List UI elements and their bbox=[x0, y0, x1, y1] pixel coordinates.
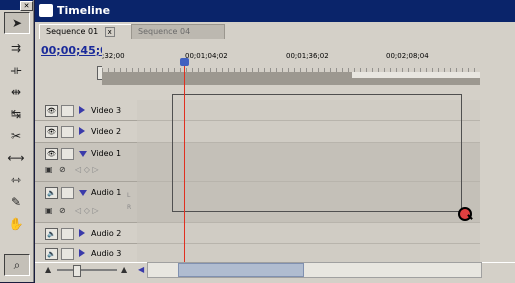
expand-triangle-icon[interactable] bbox=[79, 127, 85, 135]
keyframe-nav-icon[interactable]: ◁ ◇ ▷ bbox=[75, 206, 99, 215]
zoom-in-icon[interactable]: ▲ bbox=[121, 265, 127, 274]
expand-triangle-icon[interactable] bbox=[79, 229, 85, 237]
playhead-handle[interactable] bbox=[180, 58, 189, 66]
slide-tool-icon[interactable]: ⇿ bbox=[4, 170, 28, 190]
timeline-window-icon bbox=[39, 4, 53, 17]
eye-icon[interactable]: 👁 bbox=[45, 148, 58, 160]
lock-icon[interactable] bbox=[61, 248, 74, 260]
tab-sequence-04[interactable]: Sequence 04 bbox=[131, 24, 225, 39]
ripple-edit-tool-icon[interactable]: ⟛ bbox=[4, 60, 28, 80]
track-select-tool-icon[interactable]: ⇉ bbox=[4, 38, 28, 58]
lock-icon[interactable] bbox=[61, 228, 74, 240]
scroll-left-icon[interactable]: ◀ bbox=[138, 265, 144, 274]
tab-sequence-01[interactable]: Sequence 01 x bbox=[39, 24, 141, 39]
hand-tool-icon[interactable]: ✋ bbox=[4, 214, 28, 234]
playhead-line[interactable] bbox=[184, 62, 185, 262]
collapse-triangle-icon[interactable] bbox=[79, 190, 87, 196]
ruler-label: ;32;00 bbox=[102, 52, 125, 60]
track-name: Video 1 bbox=[91, 149, 122, 158]
tab-label: Sequence 01 bbox=[46, 27, 99, 36]
tools-palette: ✕ ➤ ⇉ ⟛ ⇹ ↹ ✂ ⟷ ⇿ ✎ ✋ ⌕ bbox=[0, 0, 34, 282]
rolling-edit-tool-icon[interactable]: ⇹ bbox=[4, 82, 28, 102]
ruler-label: 00;02;08;04 bbox=[386, 52, 429, 60]
zoom-slider[interactable] bbox=[57, 269, 117, 271]
zoom-slider-thumb[interactable] bbox=[73, 265, 81, 277]
scrollbar-thumb[interactable] bbox=[178, 263, 304, 277]
ruler-label: 00;01;36;02 bbox=[286, 52, 329, 60]
track-name: Audio 2 bbox=[91, 229, 122, 238]
expand-triangle-icon[interactable] bbox=[79, 106, 85, 114]
track-header-audio-1: 🔈 Audio 1 ▣ ⊘ ◁ ◇ ▷ L R bbox=[35, 182, 137, 223]
speaker-icon[interactable]: 🔈 bbox=[45, 228, 58, 240]
rate-stretch-tool-icon[interactable]: ↹ bbox=[4, 104, 28, 124]
keyframe-nav-icon[interactable]: ◁ ◇ ▷ bbox=[75, 165, 99, 174]
lock-icon[interactable] bbox=[61, 126, 74, 138]
tab-close-icon[interactable]: x bbox=[104, 27, 115, 37]
selection-tool-icon[interactable]: ➤ bbox=[4, 12, 30, 34]
track-lane-audio-2[interactable] bbox=[102, 223, 480, 244]
work-area-end bbox=[352, 72, 480, 78]
zoom-tool-icon[interactable]: ⌕ bbox=[4, 254, 30, 276]
track-lane-audio-3[interactable] bbox=[102, 244, 480, 263]
eye-icon[interactable]: 👁 bbox=[45, 126, 58, 138]
channel-label-right: R bbox=[127, 204, 132, 211]
close-icon[interactable]: ✕ bbox=[20, 1, 33, 11]
keyframe-display-icon[interactable]: ▣ bbox=[45, 165, 53, 174]
speaker-icon[interactable]: 🔈 bbox=[45, 248, 58, 260]
collapse-triangle-icon[interactable] bbox=[79, 151, 87, 157]
title-bar: Timeline bbox=[35, 0, 515, 22]
lock-icon[interactable] bbox=[61, 148, 74, 160]
no-icon[interactable]: ⊘ bbox=[59, 165, 66, 174]
expand-triangle-icon[interactable] bbox=[79, 249, 85, 257]
window-title: Timeline bbox=[57, 4, 111, 17]
pen-tool-icon[interactable]: ✎ bbox=[4, 192, 28, 212]
track-header-video-1: 👁 Video 1 ▣ ⊘ ◁ ◇ ▷ bbox=[35, 143, 137, 182]
no-icon[interactable]: ⊘ bbox=[59, 206, 66, 215]
track-header-audio-3: 🔈 Audio 3 bbox=[35, 244, 137, 263]
tab-label: Sequence 04 bbox=[138, 27, 191, 36]
track-header-video-3: 👁 Video 3 bbox=[35, 100, 137, 121]
speaker-icon[interactable]: 🔈 bbox=[45, 187, 58, 199]
track-name: Audio 3 bbox=[91, 249, 122, 258]
channel-label-left: L bbox=[127, 192, 131, 199]
lock-icon[interactable] bbox=[61, 187, 74, 199]
razor-tool-icon[interactable]: ✂ bbox=[4, 126, 28, 146]
ruler-label: 00;01;04;02 bbox=[185, 52, 228, 60]
eye-icon[interactable]: 👁 bbox=[45, 105, 58, 117]
zoom-out-icon[interactable]: ▲ bbox=[45, 265, 51, 274]
track-name: Audio 1 bbox=[91, 188, 122, 197]
track-name: Video 2 bbox=[91, 127, 122, 136]
track-name: Video 3 bbox=[91, 106, 122, 115]
slip-tool-icon[interactable]: ⟷ bbox=[4, 148, 28, 168]
track-header-audio-2: 🔈 Audio 2 bbox=[35, 223, 137, 244]
zoom-marquee bbox=[172, 94, 462, 212]
keyframe-display-icon[interactable]: ▣ bbox=[45, 206, 53, 215]
lock-icon[interactable] bbox=[61, 105, 74, 117]
track-header-video-2: 👁 Video 2 bbox=[35, 121, 137, 143]
